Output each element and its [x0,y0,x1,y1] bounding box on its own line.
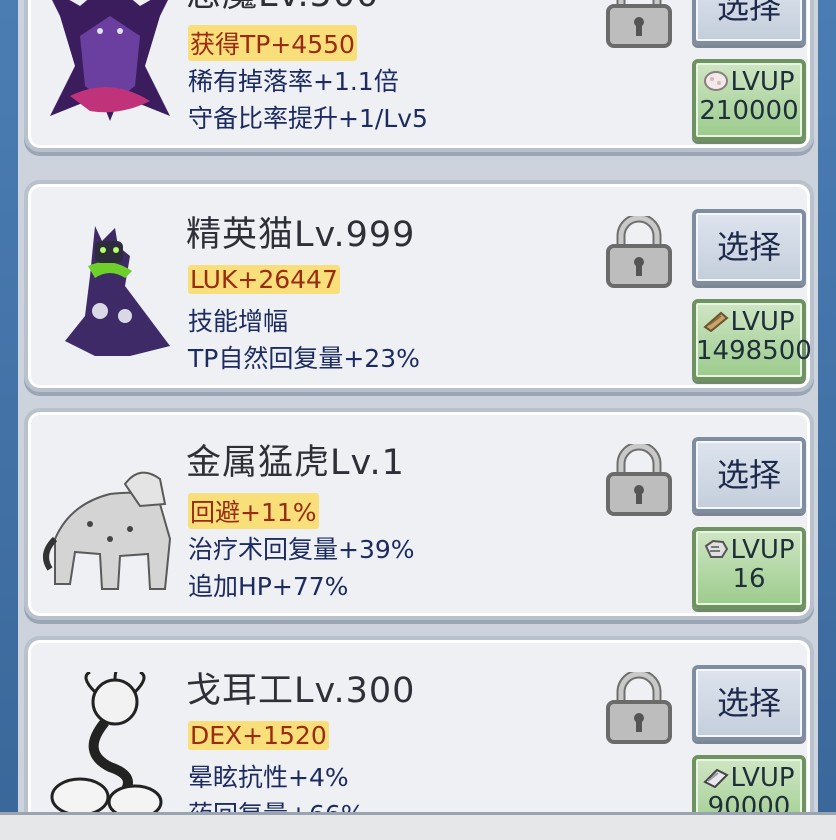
lvup-button[interactable]: LVUP 16 [692,527,806,609]
stat-secondary: 技能增幅 [188,307,289,336]
wood-material-icon [703,311,730,332]
lvup-label: LVUP [730,67,795,97]
stat-primary: 获得TP+4550 [188,25,357,61]
ore-material-icon [705,539,729,558]
stat-tertiary: 追加HP+77% [188,572,349,601]
ingot-material-icon [703,768,730,788]
lvup-button[interactable]: LVUP 210000 [692,59,806,141]
monster-card: 金属猛虎Lv.1 回避+11% 治疗术回复量+39% 追加HP+77% 选择 L… [24,408,814,620]
demon-monster-icon [50,0,170,121]
lock-icon[interactable] [604,444,674,518]
lvup-cost: 210000 [699,96,799,126]
select-button[interactable]: 选择 [692,209,806,285]
egg-material-icon [704,71,729,91]
stat-primary: DEX+1520 [188,721,329,750]
stat-primary: 回避+11% [188,493,319,529]
lvup-cost: 1498500 [696,336,812,366]
monster-card: 戈耳工Lv.300 DEX+1520 晕眩抗性+4% 药回复量+66% 选择 L… [24,636,814,812]
monster-name: 戈耳工Lv.300 [186,671,416,711]
elite-cat-monster-icon [65,226,170,356]
lock-icon[interactable] [604,216,674,290]
stat-tertiary: 守备比率提升+1/Lv5 [188,104,428,133]
lvup-label: LVUP [730,535,795,565]
lvup-button[interactable]: LVUP 1498500 [692,299,812,381]
stat-secondary: 晕眩抗性+4% [188,763,349,792]
bottom-bar [0,812,836,840]
lvup-button[interactable]: LVUP 90000 [692,755,806,812]
select-button[interactable]: 选择 [692,437,806,513]
lock-icon[interactable] [604,672,674,746]
monster-list[interactable]: 恶魔Lv.500 获得TP+4550 稀有掉落率+1.1倍 守备比率提升+1/L… [18,0,818,812]
window-frame: 恶魔Lv.500 获得TP+4550 稀有掉落率+1.1倍 守备比率提升+1/L… [0,0,836,840]
monster-card: 恶魔Lv.500 获得TP+4550 稀有掉落率+1.1倍 守备比率提升+1/L… [24,0,814,152]
lvup-cost: 90000 [707,792,791,813]
lvup-label: LVUP [730,307,795,337]
lock-icon[interactable] [604,0,674,50]
metal-tiger-monster-icon [43,471,172,590]
stat-tertiary: 药回复量+66% [188,795,365,812]
select-button[interactable]: 选择 [692,0,806,45]
select-button[interactable]: 选择 [692,665,806,741]
monster-name: 精英猫Lv.999 [186,215,416,255]
gorgon-monster-icon [50,672,163,812]
stat-secondary: 稀有掉落率+1.1倍 [188,67,399,96]
stat-secondary: 治疗术回复量+39% [188,535,415,564]
monster-name: 金属猛虎Lv.1 [186,443,405,483]
monster-name: 恶魔Lv.500 [186,0,379,17]
monster-card: 精英猫Lv.999 LUK+26447 技能增幅 TP自然回复量+23% 选择 … [24,180,814,392]
stat-primary: LUK+26447 [188,265,340,294]
lvup-cost: 16 [732,564,766,594]
lvup-label: LVUP [730,763,795,793]
stat-tertiary: TP自然回复量+23% [188,344,420,373]
